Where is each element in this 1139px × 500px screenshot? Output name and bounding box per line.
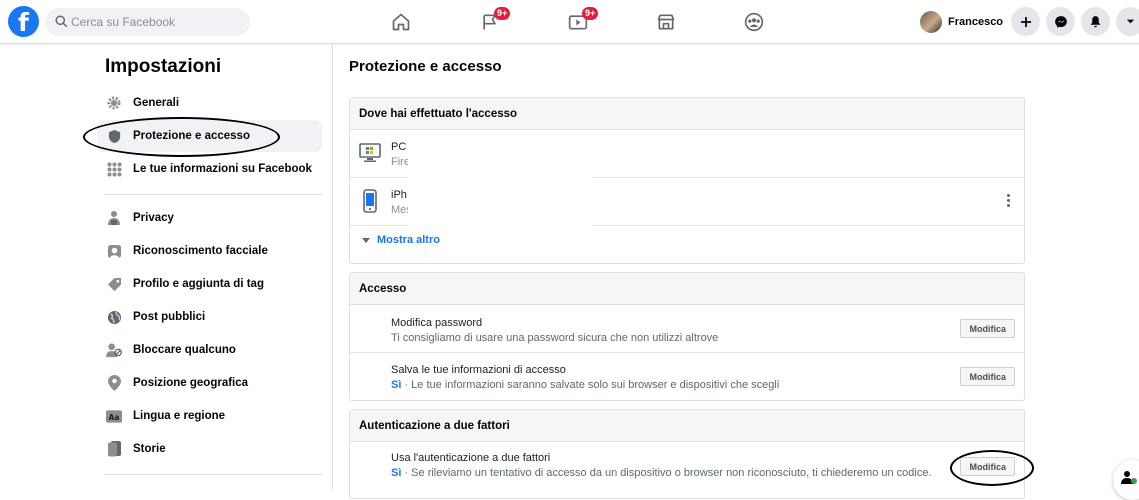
tag-icon (106, 276, 122, 292)
setting-subtitle: Sì · Le tue informazioni saranno salvate… (391, 379, 779, 391)
section-heading: Accesso (350, 273, 1024, 305)
section-heading: Autenticazione a due fattori (350, 410, 1024, 442)
grid-icon (106, 161, 122, 177)
home-icon (392, 13, 410, 31)
setting-description: · Le tue informazioni saranno salvate so… (401, 379, 780, 391)
face-icon (106, 243, 122, 259)
session-device: iPh (391, 189, 407, 201)
search-icon (55, 15, 68, 28)
svg-text:Aa: Aa (109, 412, 120, 421)
sidebar-item-protezione[interactable]: Protezione e accesso (97, 120, 322, 152)
sidebar-item-label: Riconoscimento facciale (133, 245, 268, 257)
shield-icon (106, 128, 122, 144)
sidebar-item-post-pubblici[interactable]: Post pubblici (97, 301, 322, 333)
sidebar-title: Impostazioni (105, 56, 222, 77)
more-options-icon[interactable] (1007, 194, 1010, 209)
setting-title: Usa l'autenticazione a due fattori (391, 452, 551, 464)
sidebar-divider (105, 474, 322, 475)
globe-icon (106, 309, 122, 325)
plus-icon (1020, 16, 1031, 27)
nav-pages[interactable]: 9+ (460, 6, 520, 38)
lock-icon (106, 210, 122, 226)
create-button[interactable] (1011, 7, 1040, 36)
edit-two-factor-button[interactable]: Modifica (960, 457, 1015, 476)
sidebar-item-posizione[interactable]: Posizione geografica (97, 367, 322, 399)
search-box[interactable] (45, 8, 250, 36)
settings-sidebar: Impostazioni Generali Protezione e acces… (97, 44, 333, 490)
account-menu-button[interactable] (1116, 7, 1139, 36)
nav-home[interactable] (371, 6, 431, 38)
sidebar-item-label: Generali (133, 97, 180, 109)
sidebar-item-label: Profilo e aggiunta di tag (133, 278, 264, 290)
sidebar-item-generali[interactable]: Generali (97, 87, 322, 119)
nav-watch[interactable]: 9+ (548, 6, 608, 38)
setting-subtitle: Ti consigliamo di usare una password sic… (391, 332, 719, 344)
session-device: PC (391, 141, 407, 153)
sidebar-item-bloccare[interactable]: Bloccare qualcuno (97, 334, 322, 366)
sidebar-item-label: Lingua e regione (133, 410, 226, 422)
setting-title: Modifica password (391, 317, 483, 329)
block-user-icon (106, 342, 122, 358)
sidebar-divider (105, 194, 322, 195)
sidebar-item-label: Privacy (133, 212, 174, 224)
sidebar-item-privacy[interactable]: Privacy (97, 202, 322, 234)
sidebar-item-label: Le tue informazioni su Facebook (133, 163, 312, 175)
caret-down-icon (362, 238, 370, 243)
sidebar-item-label: Storie (133, 443, 166, 455)
phone-icon (363, 189, 377, 218)
profile-name: Francesco (948, 16, 1004, 28)
sidebar-item-label: Bloccare qualcuno (133, 344, 236, 356)
section-heading: Dove hai effettuato l'accesso (350, 98, 1024, 130)
new-chat-button[interactable] (1113, 460, 1139, 500)
edit-password-button[interactable]: Modifica (960, 319, 1015, 338)
status-yes: Sì (391, 467, 402, 479)
status-yes: Sì (391, 379, 402, 391)
nav-marketplace[interactable] (636, 6, 696, 38)
messenger-button[interactable] (1046, 7, 1075, 36)
facebook-logo[interactable]: f (8, 6, 39, 37)
search-input[interactable] (71, 8, 241, 36)
notification-badge: 9+ (582, 7, 599, 20)
setting-description: · Se rileviamo un tentativo di accesso d… (401, 467, 932, 479)
sidebar-item-informazioni[interactable]: Le tue informazioni su Facebook (97, 153, 322, 185)
gear-icon (106, 95, 122, 111)
sidebar-item-riconoscimento[interactable]: Riconoscimento facciale (97, 235, 322, 267)
sidebar-item-label: Posizione geografica (133, 377, 249, 389)
marketplace-icon (657, 14, 675, 30)
show-more-link[interactable]: Mostra altro (377, 234, 440, 246)
bell-icon (1090, 16, 1101, 28)
setting-subtitle: Sì · Se rileviamo un tentativo di access… (391, 467, 932, 479)
nav-groups[interactable] (724, 6, 784, 38)
sidebar-item-profilo-tag[interactable]: Profilo e aggiunta di tag (97, 268, 322, 300)
sidebar-item-label: Post pubblici (133, 311, 206, 323)
desktop-icon (359, 143, 381, 168)
show-more-row[interactable]: Mostra altro (350, 226, 1024, 260)
messenger-icon (1054, 15, 1067, 28)
groups-icon (744, 12, 764, 32)
sidebar-item-lingua[interactable]: Aa Lingua e regione (97, 400, 322, 432)
profile-link[interactable]: Francesco (920, 9, 1003, 35)
location-icon (106, 375, 122, 391)
avatar (920, 11, 942, 33)
two-factor-panel: Autenticazione a due fattori Usa l'auten… (349, 409, 1025, 499)
contacts-icon (1121, 471, 1137, 484)
caret-down-icon (1126, 19, 1135, 24)
page-title: Protezione e accesso (349, 58, 502, 75)
stories-icon (106, 441, 122, 457)
setting-row-two-factor[interactable]: Usa l'autenticazione a due fattori Sì · … (350, 442, 1024, 492)
top-navigation-bar: f 9+ 9+ Francesco (0, 0, 1139, 44)
setting-title: Salva le tue informazioni di accesso (391, 364, 566, 376)
setting-row-password[interactable]: Modifica password Ti consigliamo di usar… (350, 305, 1024, 353)
notifications-button[interactable] (1081, 7, 1110, 36)
sidebar-item-label: Protezione e accesso (133, 130, 250, 142)
login-panel: Accesso Modifica password Ti consigliamo… (349, 272, 1025, 401)
edit-save-login-button[interactable]: Modifica (960, 367, 1015, 386)
notification-badge: 9+ (494, 7, 511, 20)
language-icon: Aa (106, 408, 122, 424)
redacted-area (408, 130, 592, 228)
sidebar-item-storie[interactable]: Storie (97, 433, 322, 465)
setting-row-save-login[interactable]: Salva le tue informazioni di accesso Sì … (350, 353, 1024, 400)
